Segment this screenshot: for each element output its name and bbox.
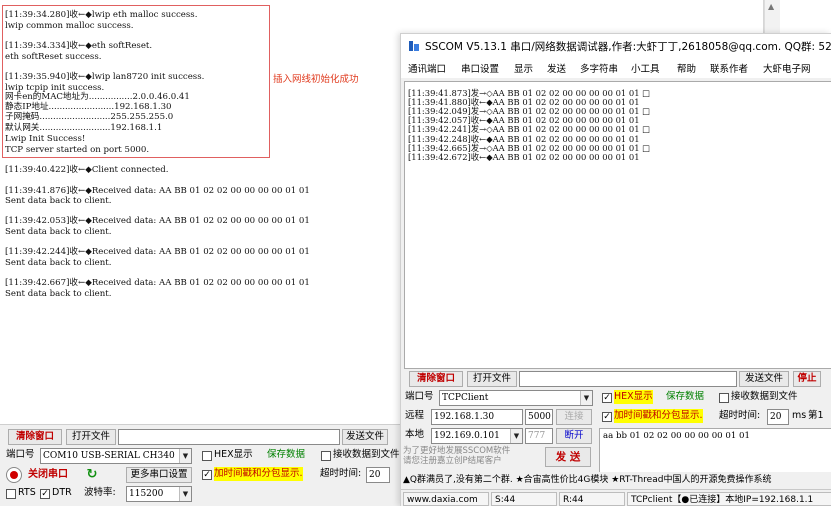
- left-log-line: Sent data back to client.: [5, 258, 112, 268]
- left-log-line: [11:39:40.422]收←◆Client connected.: [5, 165, 169, 175]
- right-timestamp-checkbox[interactable]: ✓: [602, 412, 612, 422]
- right-page-label: 第1: [808, 410, 824, 421]
- left-recv-file-checkbox[interactable]: [321, 451, 331, 461]
- right-send-file-button[interactable]: 发送文件: [739, 371, 789, 387]
- status-connection: TCPclient【●已连接】本地IP=192.168.1.1: [627, 492, 831, 506]
- left-timestamp-label: 加时间戳和分包显示.: [214, 467, 303, 481]
- menu-item-7[interactable]: 联系作者: [710, 61, 748, 75]
- left-save-data-button[interactable]: 保存数据: [267, 448, 305, 462]
- left-baud-label: 波特率:: [84, 487, 116, 498]
- init-highlight-box: [2, 5, 270, 158]
- right-connect-button[interactable]: 连接: [556, 409, 592, 425]
- right-timeout-label: 超时时间:: [719, 410, 761, 421]
- left-rts-checkbox[interactable]: [6, 489, 16, 499]
- chevron-down-icon[interactable]: ▼: [179, 449, 191, 463]
- right-file-path-input[interactable]: [519, 371, 737, 387]
- left-clear-button[interactable]: 清除窗口: [8, 429, 62, 445]
- right-disconnect-button[interactable]: 断开: [556, 428, 592, 444]
- chevron-down-icon[interactable]: ▼: [510, 429, 522, 443]
- right-timeout-input[interactable]: 20: [767, 409, 789, 425]
- menu-item-5[interactable]: 小工具: [631, 61, 660, 75]
- right-stop-button[interactable]: 停止: [793, 371, 821, 387]
- left-log-line: [11:39:42.053]收←◆Received data: AA BB 01…: [5, 216, 310, 226]
- right-hex-label: HEX显示: [614, 390, 653, 404]
- right-remote-port-input[interactable]: 5000: [525, 409, 553, 425]
- chevron-down-icon[interactable]: ▼: [179, 487, 191, 501]
- right-open-file-button[interactable]: 打开文件: [467, 371, 517, 387]
- menu-item-1[interactable]: 串口设置: [461, 61, 499, 75]
- right-save-data-button[interactable]: 保存数据: [666, 390, 704, 404]
- right-remote-label: 远程: [405, 410, 425, 421]
- menu-item-3[interactable]: 发送: [547, 61, 566, 75]
- menu-item-6[interactable]: 帮助: [677, 61, 696, 75]
- left-recv-file-label: 接收数据到文件: [333, 449, 400, 460]
- right-local-port-input[interactable]: 777: [525, 428, 553, 444]
- left-file-path-input[interactable]: [118, 429, 340, 445]
- left-timestamp-checkbox[interactable]: ✓: [202, 470, 212, 480]
- left-close-port-button[interactable]: 关闭串口: [28, 468, 68, 482]
- menu-item-8[interactable]: 大虾电子网: [763, 61, 811, 75]
- scroll-up-icon[interactable]: ▲: [768, 2, 774, 11]
- left-timeout-input[interactable]: 20: [366, 467, 390, 483]
- app-logo-icon: [409, 41, 419, 51]
- left-more-settings-button[interactable]: 更多串口设置: [126, 467, 192, 483]
- right-control-panel: 清除窗口 打开文件 发送文件 停止 端口号 TCPClient ▼ ✓ HEX显…: [401, 369, 831, 482]
- left-hex-checkbox[interactable]: [202, 451, 212, 461]
- right-title-bar[interactable]: SSCOM V5.13.1 串口/网络数据调试器,作者:大虾丁丁,2618058…: [401, 34, 831, 58]
- right-timestamp-label: 加时间戳和分包显示.: [614, 409, 703, 423]
- left-open-file-button[interactable]: 打开文件: [66, 429, 116, 445]
- refresh-icon[interactable]: ↻: [84, 467, 100, 483]
- right-window-title: SSCOM V5.13.1 串口/网络数据调试器,作者:大虾丁丁,2618058…: [425, 41, 831, 53]
- right-ms-label: ms: [792, 410, 807, 421]
- right-recv-file-label: 接收数据到文件: [731, 391, 798, 402]
- right-hex-checkbox[interactable]: ✓: [602, 393, 612, 403]
- left-dtr-label: DTR: [52, 487, 72, 498]
- left-timeout-label: 超时时间:: [320, 468, 362, 479]
- menu-item-0[interactable]: 通讯端口: [408, 61, 446, 75]
- right-local-label: 本地: [405, 429, 425, 440]
- right-local-ip-select[interactable]: 192.169.0.101 ▼: [431, 428, 523, 444]
- right-menu-bar: 通讯端口 串口设置 显示 发送 多字符串 小工具 帮助 联系作者 大虾电子网: [401, 58, 831, 78]
- left-port-label: 端口号: [6, 449, 35, 460]
- promo-text[interactable]: ▲Q群满员了,没有第二个群. ★合宙高性价比4G模块 ★RT-Thread中国人…: [401, 475, 771, 485]
- left-log-line: [11:39:42.244]收←◆Received data: AA BB 01…: [5, 247, 310, 257]
- left-hex-label: HEX显示: [214, 449, 253, 460]
- left-port-value: COM10 USB-SERIAL CH340: [43, 451, 175, 461]
- left-send-file-button[interactable]: 发送文件: [342, 429, 388, 445]
- left-log-line: Sent data back to client.: [5, 227, 112, 237]
- left-control-panel: 清除窗口 打开文件 发送文件 端口号 COM10 USB-SERIAL CH34…: [0, 424, 400, 506]
- left-log-line: Sent data back to client.: [5, 196, 112, 206]
- status-sent-count: S:44: [491, 492, 557, 506]
- right-recv-file-checkbox[interactable]: [719, 393, 729, 403]
- right-port-select[interactable]: TCPClient ▼: [439, 390, 593, 406]
- left-port-select[interactable]: COM10 USB-SERIAL CH340 ▼: [40, 448, 192, 464]
- right-sscom-window: SSCOM V5.13.1 串口/网络数据调试器,作者:大虾丁丁,2618058…: [400, 33, 831, 506]
- init-annotation: 插入网线初始化成功: [273, 74, 359, 85]
- left-baud-value: 115200: [129, 489, 164, 499]
- menu-item-2[interactable]: 显示: [514, 61, 533, 75]
- right-send-button[interactable]: 发 送: [545, 447, 591, 467]
- left-log-line: [11:39:42.667]收←◆Received data: AA BB 01…: [5, 278, 310, 288]
- left-log-line: Sent data back to client.: [5, 289, 112, 299]
- right-log-line: [11:39:42.672]收←◆AA BB 01 02 02 00 00 00…: [408, 151, 640, 162]
- left-baud-select[interactable]: 115200 ▼: [126, 486, 192, 502]
- menu-item-4[interactable]: 多字符串: [580, 61, 618, 75]
- left-rts-label: RTS: [18, 487, 36, 498]
- right-status-bar: www.daxia.com S:44 R:44 TCPclient【●已连接】本…: [401, 489, 831, 506]
- right-port-value: TCPClient: [442, 393, 489, 403]
- right-port-label: 端口号: [405, 391, 434, 402]
- right-notice-text: 为了更好地发展SSCOM软件 请您注册嘉立创P结尾客户: [403, 446, 511, 466]
- right-promo-row[interactable]: ▲Q群满员了,没有第二个群. ★合宙高性价比4G模块 ★RT-Thread中国人…: [401, 472, 831, 488]
- status-website[interactable]: www.daxia.com: [403, 492, 489, 506]
- right-local-ip-value: 192.169.0.101: [434, 431, 500, 441]
- right-clear-button[interactable]: 清除窗口: [409, 371, 463, 387]
- left-dtr-checkbox[interactable]: ✓: [40, 489, 50, 499]
- right-remote-ip-input[interactable]: 192.168.1.30: [431, 409, 523, 425]
- status-recv-count: R:44: [559, 492, 625, 506]
- right-receive-log[interactable]: [11:39:41.873]发→◇AA BB 01 02 02 00 00 00…: [404, 81, 831, 369]
- record-icon: [6, 467, 22, 483]
- chevron-down-icon[interactable]: ▼: [580, 391, 592, 405]
